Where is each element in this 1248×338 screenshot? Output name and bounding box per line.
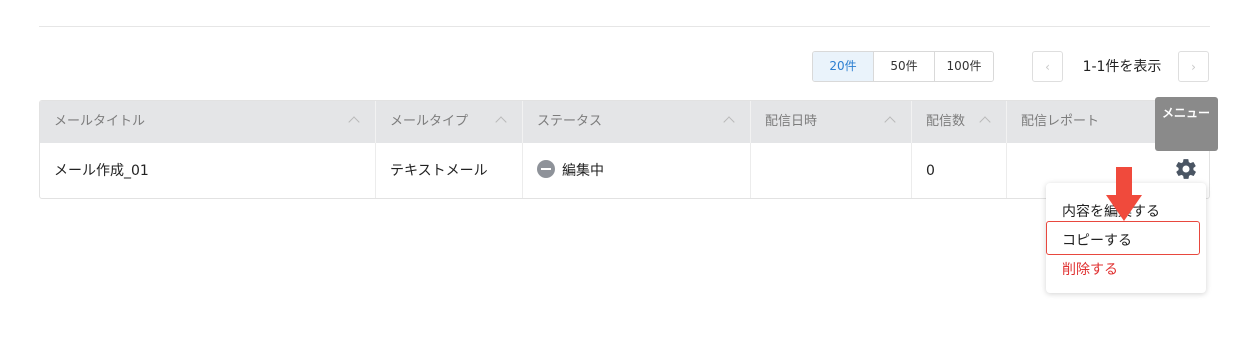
- sort-chevron-up-icon[interactable]: [347, 101, 361, 143]
- prev-page-button[interactable]: ‹: [1032, 51, 1063, 82]
- sort-chevron-up-icon[interactable]: [494, 101, 508, 143]
- status-label: 編集中: [562, 163, 604, 179]
- column-header-sent-at[interactable]: 配信日時: [751, 101, 912, 143]
- next-page-button[interactable]: ›: [1178, 51, 1209, 82]
- cell-sent-at: [751, 143, 912, 198]
- column-label: 配信数: [926, 114, 966, 129]
- column-label: ステータス: [537, 114, 603, 129]
- page-size-20-button[interactable]: 20件: [813, 52, 874, 81]
- column-label: 配信レポート: [1021, 114, 1100, 129]
- sort-chevron-up-icon[interactable]: [883, 101, 897, 143]
- cell-type: テキストメール: [376, 143, 523, 198]
- page-size-selector: 20件 50件 100件: [812, 51, 994, 82]
- sort-chevron-up-icon[interactable]: [722, 101, 736, 143]
- table-row[interactable]: メール作成_01 テキストメール 編集中 0: [40, 143, 1209, 198]
- sort-chevron-up-icon[interactable]: [978, 101, 992, 143]
- page-size-100-button[interactable]: 100件: [935, 52, 993, 81]
- column-label: メールタイトル: [54, 114, 146, 129]
- chevron-right-icon: ›: [1191, 59, 1196, 74]
- arrow-down-icon: [1106, 167, 1142, 221]
- cell-status: 編集中: [523, 143, 751, 198]
- chevron-left-icon: ‹: [1045, 59, 1050, 74]
- column-header-type[interactable]: メールタイプ: [376, 101, 523, 143]
- menu-item-delete[interactable]: 削除する: [1062, 259, 1118, 279]
- mail-table: メールタイトル メールタイプ ステータス 配信日時 配信数 配信レポート メール…: [39, 100, 1210, 199]
- column-label: 配信日時: [765, 114, 818, 129]
- cell-title[interactable]: メール作成_01: [40, 143, 376, 198]
- page-size-50-button[interactable]: 50件: [874, 52, 935, 81]
- menu-tooltip: メニュー: [1155, 97, 1218, 151]
- pagination-summary: 1-1件を表示: [1082, 59, 1162, 75]
- column-header-title[interactable]: メールタイトル: [40, 101, 376, 143]
- gear-icon[interactable]: [1174, 157, 1198, 181]
- draft-status-icon: [537, 160, 555, 178]
- top-divider: [39, 26, 1210, 27]
- column-header-status[interactable]: ステータス: [523, 101, 751, 143]
- column-header-count[interactable]: 配信数: [912, 101, 1007, 143]
- copy-highlight-box: [1046, 221, 1200, 255]
- cell-count: 0: [912, 143, 1007, 198]
- column-label: メールタイプ: [390, 114, 469, 129]
- table-header: メールタイトル メールタイプ ステータス 配信日時 配信数 配信レポート: [40, 101, 1209, 143]
